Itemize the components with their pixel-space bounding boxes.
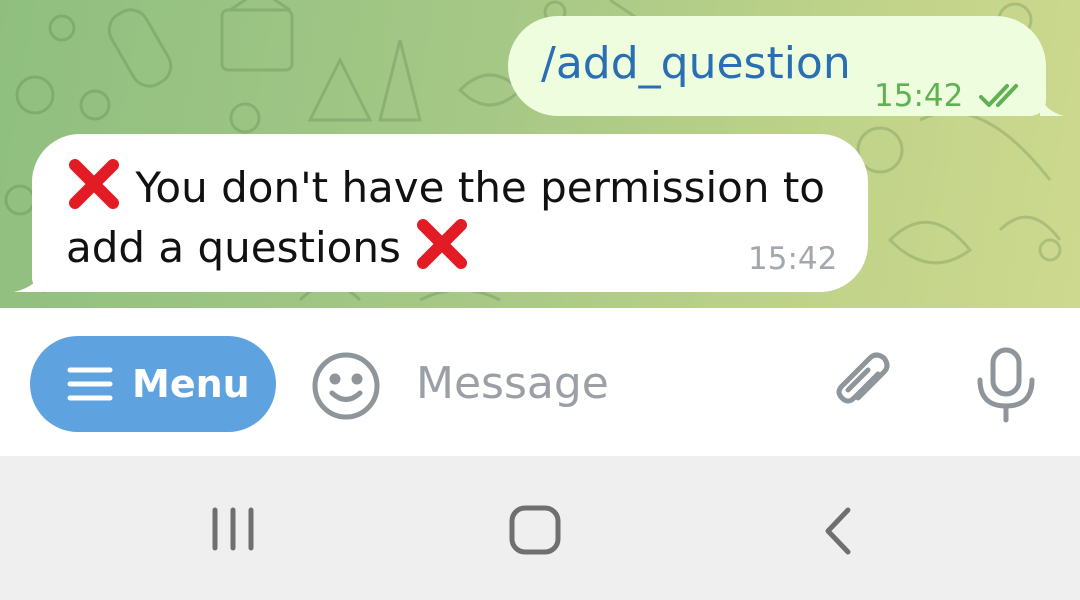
paperclip-icon[interactable] xyxy=(828,348,896,420)
message-input-bar: Menu xyxy=(0,308,1080,456)
system-navigation-bar xyxy=(0,456,1080,600)
incoming-message-bubble[interactable]: You don't have the permission to add a q… xyxy=(14,134,868,292)
outgoing-message-bubble[interactable]: /add_question 15:42 xyxy=(508,16,1064,116)
cross-mark-icon xyxy=(69,159,119,209)
double-check-icon xyxy=(979,84,1018,107)
recents-icon[interactable] xyxy=(205,506,261,552)
incoming-message-text: You don't have the permission to add a q… xyxy=(66,156,846,276)
incoming-message-time: 15:42 xyxy=(748,241,838,277)
hamburger-icon xyxy=(67,367,113,401)
chat-area: /add_question 15:42 You don't have the p… xyxy=(0,0,1080,308)
incoming-bubble-tail xyxy=(14,266,44,292)
home-icon[interactable] xyxy=(506,504,564,556)
microphone-icon[interactable] xyxy=(972,344,1040,424)
menu-button[interactable]: Menu xyxy=(30,336,276,432)
outgoing-bubble-tail xyxy=(1040,92,1064,116)
message-input[interactable] xyxy=(416,350,796,416)
back-icon[interactable] xyxy=(818,506,858,556)
command-link[interactable]: /add_question xyxy=(541,38,851,90)
outgoing-message-time: 15:42 xyxy=(874,78,964,114)
emoji-icon[interactable] xyxy=(310,350,382,422)
cross-mark-icon xyxy=(417,219,468,269)
menu-button-label: Menu xyxy=(132,362,250,406)
